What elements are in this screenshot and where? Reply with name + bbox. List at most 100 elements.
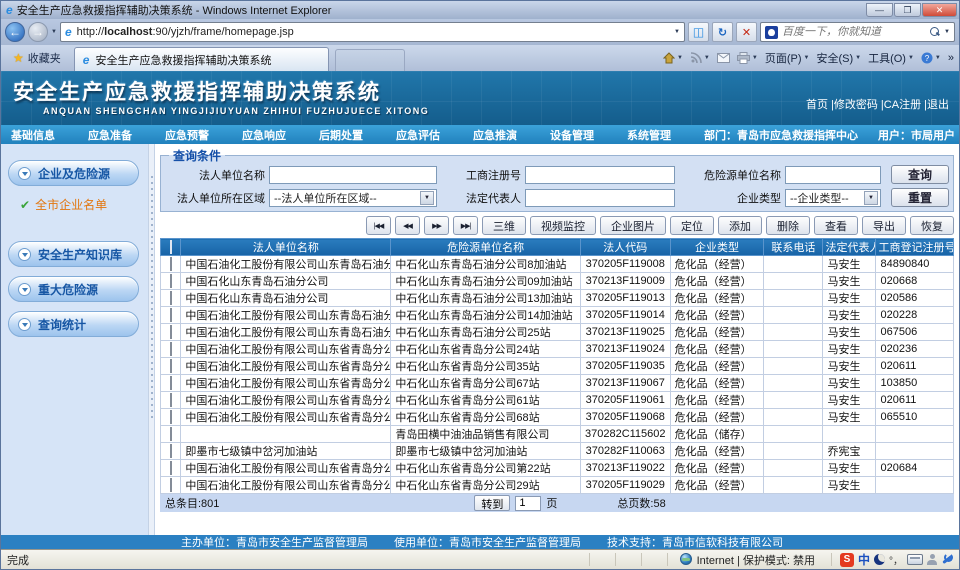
nav-item-5[interactable]: 后期处置 — [319, 127, 363, 143]
sidebar-item-active[interactable]: ✔全市企业名单 — [8, 195, 139, 225]
search-icon[interactable] — [930, 27, 940, 37]
row-checkbox[interactable] — [170, 342, 172, 356]
address-dropdown-icon[interactable]: ▼ — [674, 29, 680, 35]
punctuation-icon[interactable]: °， — [889, 552, 903, 567]
overflow-chevron[interactable]: » — [948, 52, 954, 64]
pager-nav-button-1[interactable]: |◀◀ — [366, 216, 391, 235]
sidebar-group-1[interactable]: 企业及危险源 — [8, 160, 139, 186]
sidebar-group-4[interactable]: 查询统计 — [8, 311, 139, 337]
tools-menu[interactable]: 工具(O)▼ — [868, 50, 914, 66]
nav-item-6[interactable]: 应急评估 — [396, 127, 440, 143]
sidebar-group-3[interactable]: 重大危险源 — [8, 276, 139, 302]
reset-button[interactable]: 重置 — [891, 188, 949, 207]
goto-page-input[interactable] — [515, 496, 541, 511]
pager-nav-button-2[interactable]: ◀◀ — [395, 216, 420, 235]
home-button[interactable]: ▼ — [663, 52, 683, 64]
nav-item-8[interactable]: 设备管理 — [550, 127, 594, 143]
search-input[interactable] — [782, 26, 926, 38]
row-checkbox[interactable] — [170, 461, 172, 475]
row-checkbox[interactable] — [170, 308, 172, 322]
toolbar-button-4[interactable]: 定位 — [670, 216, 714, 235]
toolbar-button-7[interactable]: 查看 — [814, 216, 858, 235]
toolbar-button-9[interactable]: 恢复 — [910, 216, 954, 235]
safety-menu[interactable]: 安全(S)▼ — [816, 50, 861, 66]
close-button[interactable]: ✕ — [922, 3, 957, 17]
minimize-button[interactable]: — — [866, 3, 893, 17]
sidebar-group-2[interactable]: 安全生产知识库 — [8, 241, 139, 267]
nav-item-1[interactable]: 基础信息 — [11, 127, 55, 143]
cell-6: 乔宪宝 — [823, 443, 876, 460]
row-checkbox[interactable] — [170, 444, 172, 458]
row-checkbox[interactable] — [170, 291, 172, 305]
pager-nav-button-3[interactable]: ▶▶ — [424, 216, 449, 235]
sidebar-splitter[interactable] — [148, 144, 155, 549]
nav-item-2[interactable]: 应急准备 — [88, 127, 132, 143]
query-fieldset: 查询条件 法人单位名称 工商注册号 危险源单位名称 查询 法人单位所在区域 --… — [160, 147, 954, 212]
help-button[interactable]: ?▼ — [921, 52, 941, 64]
nav-item-3[interactable]: 应急预警 — [165, 127, 209, 143]
settings-wrench-icon[interactable] — [941, 553, 953, 565]
forward-button[interactable]: → — [28, 22, 48, 42]
region-select[interactable]: --法人单位所在区域--▼ — [269, 189, 437, 207]
account-icon[interactable] — [927, 554, 937, 565]
compatibility-button[interactable]: ◫ — [688, 22, 709, 42]
row-checkbox[interactable] — [170, 410, 172, 424]
chinese-mode-icon[interactable]: 中 — [858, 551, 870, 568]
internet-zone-icon — [680, 553, 692, 565]
refresh-button[interactable]: ↻ — [712, 22, 733, 42]
print-button[interactable]: ▼ — [737, 52, 758, 64]
search-dropdown-icon[interactable]: ▼ — [944, 29, 950, 35]
select-all-checkbox[interactable] — [170, 240, 172, 254]
maximize-button[interactable]: ❐ — [894, 3, 921, 17]
stop-button[interactable]: ✕ — [736, 22, 757, 42]
toolbar-button-8[interactable]: 导出 — [862, 216, 906, 235]
pager-nav-button-4[interactable]: ▶▶| — [453, 216, 478, 235]
hazard-name-input[interactable] — [785, 166, 881, 184]
chevron-down-icon — [18, 248, 31, 261]
history-dropdown-icon[interactable]: ▼ — [51, 29, 57, 35]
nav-item-7[interactable]: 应急推演 — [473, 127, 517, 143]
address-field[interactable]: e http://localhost:90/yjzh/frame/homepag… — [60, 22, 685, 42]
business-reg-input[interactable] — [525, 166, 675, 184]
row-checkbox[interactable] — [170, 325, 172, 339]
top-link-3[interactable]: CA注册 — [884, 99, 921, 111]
top-link-4[interactable]: 退出 — [927, 99, 949, 111]
row-checkbox[interactable] — [170, 478, 172, 492]
feeds-button[interactable]: ▼ — [690, 52, 710, 64]
cell-5 — [764, 358, 823, 375]
back-button[interactable]: ← — [5, 22, 25, 42]
row-checkbox[interactable] — [170, 376, 172, 390]
query-button[interactable]: 查询 — [891, 165, 949, 184]
top-link-2[interactable]: 修改密码 — [834, 99, 878, 111]
row-checkbox[interactable] — [170, 274, 172, 288]
favorites-button[interactable]: ★ 收藏夹 — [6, 49, 68, 71]
active-tab[interactable]: e 安全生产应急救援指挥辅助决策系统 — [74, 47, 329, 71]
cell-4: 危化品（经营） — [670, 324, 764, 341]
row-checkbox[interactable] — [170, 257, 172, 271]
fullwidth-icon[interactable] — [874, 554, 885, 565]
nav-item-9[interactable]: 系统管理 — [627, 127, 671, 143]
toolbar-button-6[interactable]: 删除 — [766, 216, 810, 235]
toolbar-button-5[interactable]: 添加 — [718, 216, 762, 235]
goto-button[interactable]: 转到 — [474, 495, 510, 511]
row-checkbox[interactable] — [170, 427, 172, 441]
sogou-icon[interactable]: S — [840, 553, 854, 567]
top-link-1[interactable]: 首页 — [806, 99, 828, 111]
toolbar-button-1[interactable]: 三维 — [482, 216, 526, 235]
keyboard-icon[interactable] — [907, 554, 923, 565]
new-tab-button[interactable] — [335, 49, 405, 71]
legal-name-input[interactable] — [269, 166, 437, 184]
page-menu[interactable]: 页面(P)▼ — [765, 50, 810, 66]
nav-item-4[interactable]: 应急响应 — [242, 127, 286, 143]
row-checkbox[interactable] — [170, 393, 172, 407]
toolbar-button-2[interactable]: 视频监控 — [530, 216, 596, 235]
footer-user: 使用单位：青岛市安全生产监督管理局 — [394, 534, 581, 549]
cell-3: 370282F110063 — [580, 443, 670, 460]
toolbar-button-3[interactable]: 企业图片 — [600, 216, 666, 235]
grid-toolbar: |◀◀◀◀▶▶▶▶|三维视频监控企业图片定位添加删除查看导出恢复 — [155, 212, 959, 238]
legal-rep-input[interactable] — [525, 189, 675, 207]
mail-button[interactable] — [717, 53, 730, 63]
search-box[interactable]: ▼ — [760, 22, 955, 42]
company-type-select[interactable]: --企业类型--▼ — [785, 189, 881, 207]
row-checkbox[interactable] — [170, 359, 172, 373]
